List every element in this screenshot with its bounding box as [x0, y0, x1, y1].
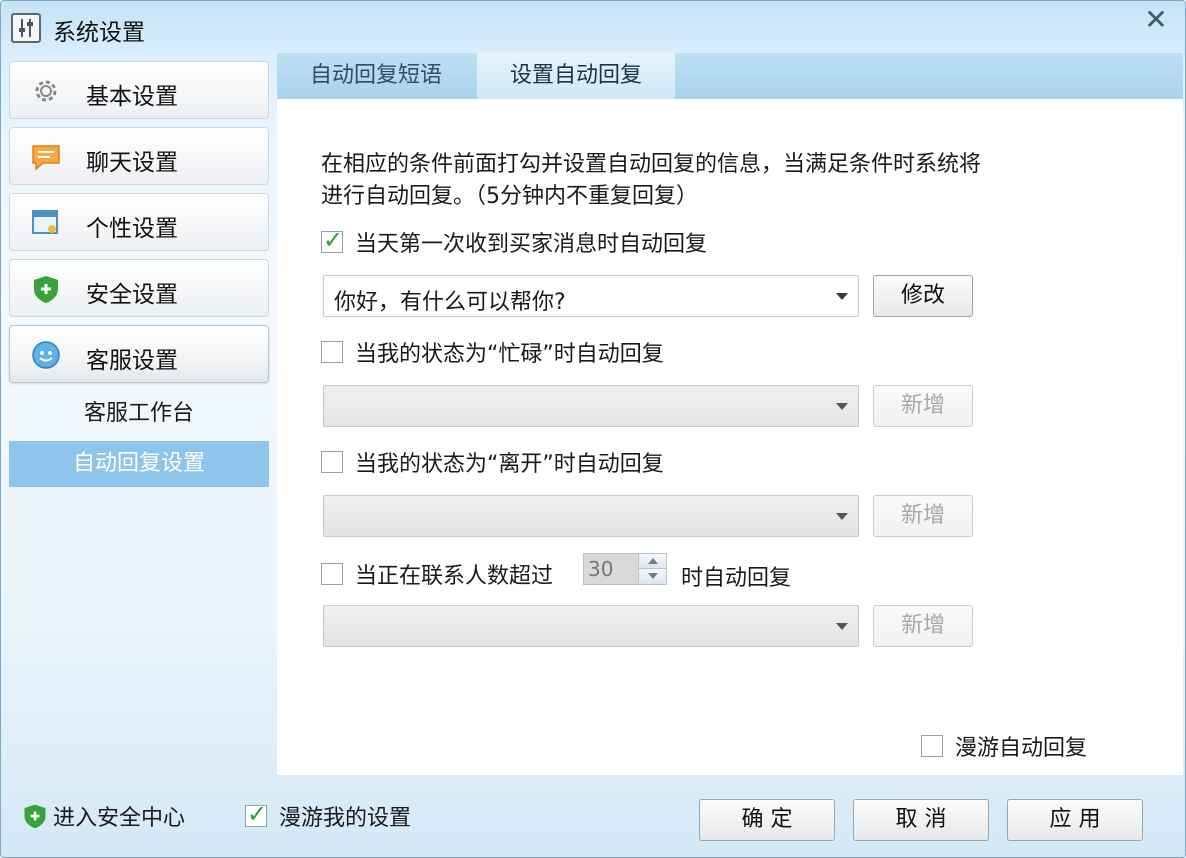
rule-away-reply-select[interactable]: [323, 495, 859, 537]
checkbox[interactable]: [245, 800, 267, 828]
chevron-down-icon[interactable]: [828, 496, 858, 536]
roam-my-settings-checkbox[interactable]: 漫游我的设置: [245, 800, 412, 831]
description-line-2: 进行自动回复。（5分钟内不重复回复）: [321, 184, 698, 209]
rule-label-prefix: 当正在联系人数超过: [355, 564, 554, 589]
auto-reply-panel: 自动回复短语 设置自动回复 在相应的条件前面打勾并设置自动回复的信息，当满足条件…: [277, 53, 1183, 775]
ok-button[interactable]: 确 定: [699, 799, 835, 841]
sidebar-item-label: 基本设置: [86, 84, 178, 110]
rule-busy-checkbox[interactable]: 当我的状态为“忙碌”时自动回复: [321, 337, 664, 367]
rule-label: 当我的状态为“忙碌”时自动回复: [355, 342, 664, 367]
roaming-auto-reply-checkbox[interactable]: 漫游自动回复: [921, 731, 1087, 761]
gear-icon: [30, 75, 62, 107]
rule-contact-count-checkbox[interactable]: 当正在联系人数超过: [321, 559, 553, 589]
security-center-label: 进入安全中心: [53, 806, 186, 831]
add-button[interactable]: 新增: [873, 385, 973, 427]
roam-my-settings-label: 漫游我的设置: [279, 806, 412, 831]
sidebar: 基本设置 聊天设置 个性设置 安全设置 客服设置 客服工作台 自动回复设置: [1, 53, 277, 773]
sidebar-item-chat[interactable]: 聊天设置: [9, 127, 269, 185]
close-icon[interactable]: ✕: [1141, 5, 1171, 35]
sidebar-item-label: 客服设置: [86, 348, 178, 374]
roaming-auto-reply-label: 漫游自动回复: [955, 736, 1088, 761]
shield-plus-icon: [21, 802, 49, 830]
checkbox[interactable]: [321, 451, 343, 473]
cancel-button[interactable]: 取 消: [853, 799, 989, 841]
add-button[interactable]: 新增: [873, 605, 973, 647]
tab-set-auto-reply[interactable]: 设置自动回复: [477, 53, 675, 99]
stepper-down-icon[interactable]: [638, 569, 666, 584]
sidebar-subitem-workbench[interactable]: 客服工作台: [9, 391, 269, 437]
checkbox[interactable]: [321, 341, 343, 363]
title-bar: 系统设置 ✕: [1, 1, 1185, 53]
tab-auto-reply-phrases[interactable]: 自动回复短语: [277, 53, 475, 99]
stepper-up-icon[interactable]: [638, 554, 666, 569]
security-center-link[interactable]: 进入安全中心: [21, 801, 185, 831]
window-skin-icon: [30, 207, 62, 239]
customer-service-icon: [30, 339, 62, 371]
sidebar-item-label: 个性设置: [86, 216, 178, 242]
rule-label: 当天第一次收到买家消息时自动回复: [355, 232, 708, 257]
apply-button[interactable]: 应 用: [1007, 799, 1143, 841]
rule-contact-count-reply-select[interactable]: [323, 605, 859, 647]
rule-label-suffix-wrap: 时自动回复: [681, 561, 791, 591]
checkbox[interactable]: [321, 563, 343, 585]
sidebar-item-basic[interactable]: 基本设置: [9, 61, 269, 119]
rule-label-suffix: 时自动回复: [681, 566, 792, 591]
chevron-down-icon[interactable]: [828, 606, 858, 646]
checkbox[interactable]: [921, 735, 943, 757]
rule-away-checkbox[interactable]: 当我的状态为“离开”时自动回复: [321, 447, 664, 477]
sidebar-item-label: 安全设置: [86, 282, 178, 308]
description-line-1: 在相应的条件前面打勾并设置自动回复的信息，当满足条件时系统将: [321, 152, 982, 177]
shield-plus-icon: [30, 273, 62, 305]
selected-reply: 你好，有什么可以帮你?: [334, 290, 566, 315]
checkbox[interactable]: [321, 226, 343, 254]
rule-first-message-checkbox[interactable]: 当天第一次收到买家消息时自动回复: [321, 226, 708, 257]
sidebar-item-security[interactable]: 安全设置: [9, 259, 269, 317]
modify-button[interactable]: 修改: [873, 275, 973, 317]
footer: 进入安全中心 漫游我的设置 确 定 取 消 应 用: [1, 775, 1185, 857]
settings-window: 系统设置 ✕ 基本设置 聊天设置 个性设置 安全设置 客服设置 客服工作台 自动…: [0, 0, 1186, 858]
description-text: 在相应的条件前面打勾并设置自动回复的信息，当满足条件时系统将 进行自动回复。（5…: [321, 149, 1081, 213]
sidebar-item-personal[interactable]: 个性设置: [9, 193, 269, 251]
sidebar-item-customer-service[interactable]: 客服设置: [9, 325, 269, 383]
chevron-down-icon[interactable]: [828, 386, 858, 426]
rule-label: 当我的状态为“离开”时自动回复: [355, 452, 664, 477]
window-title: 系统设置: [53, 20, 145, 46]
rule-first-message-reply-select[interactable]: 你好，有什么可以帮你?: [323, 275, 859, 317]
contact-count-value[interactable]: 30: [584, 554, 638, 584]
chat-bubble-icon: [30, 141, 62, 173]
rule-busy-reply-select[interactable]: [323, 385, 859, 427]
sidebar-item-label: 聊天设置: [86, 150, 178, 176]
tab-bar: 自动回复短语 设置自动回复: [277, 53, 1183, 99]
chevron-down-icon[interactable]: [828, 276, 858, 316]
sidebar-subitem-auto-reply[interactable]: 自动回复设置: [9, 441, 269, 487]
settings-sliders-icon: [11, 13, 41, 43]
add-button[interactable]: 新增: [873, 495, 973, 537]
contact-count-stepper[interactable]: 30: [583, 553, 667, 585]
